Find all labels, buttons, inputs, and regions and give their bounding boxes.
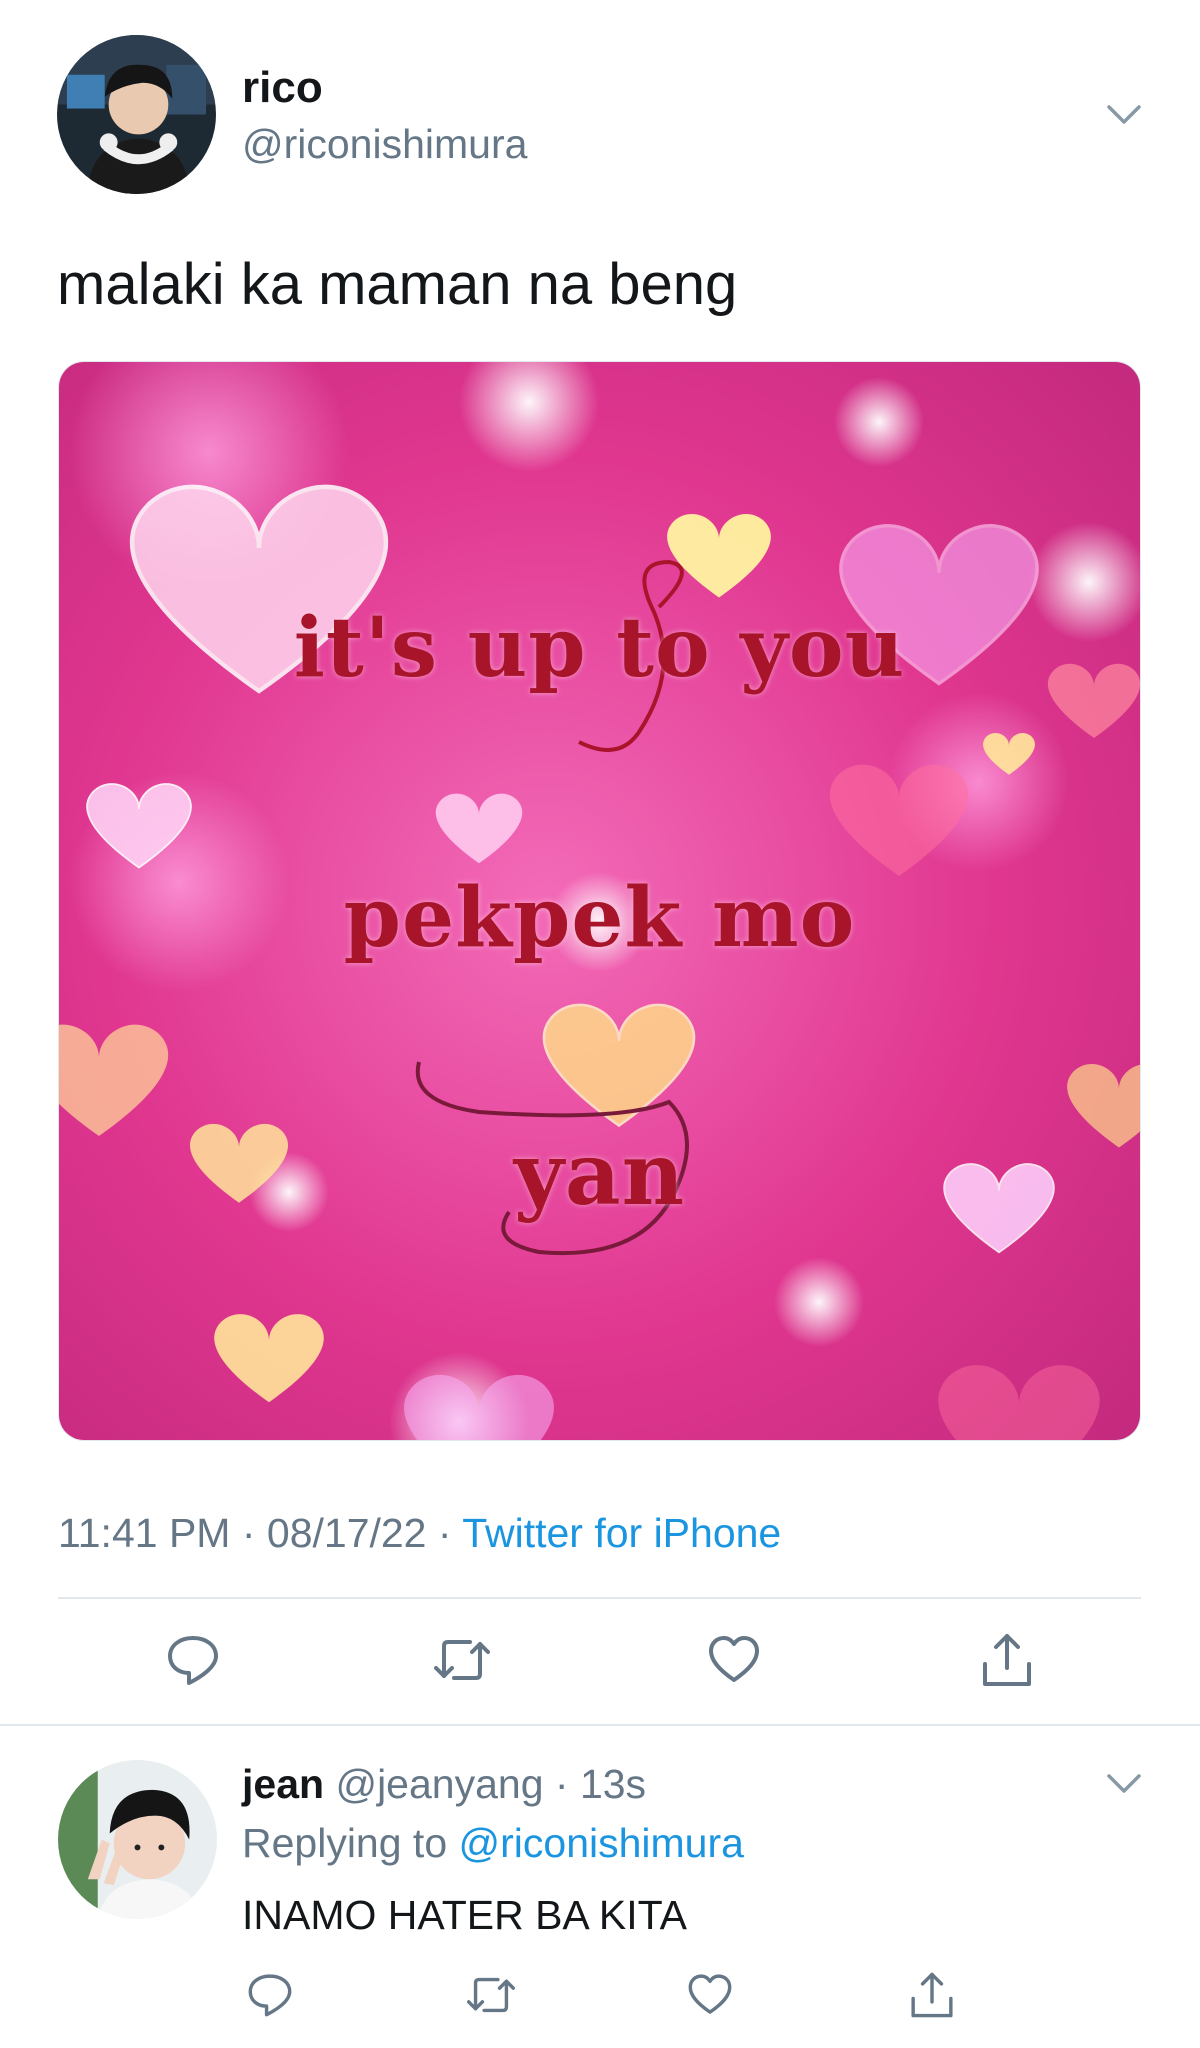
retweet-icon [465, 1971, 517, 2019]
reply-author-avatar[interactable] [58, 1760, 217, 1919]
reply-share-button[interactable] [902, 1965, 962, 2025]
reply-reply-button[interactable] [240, 1965, 300, 2025]
replying-prefix: Replying to [242, 1820, 459, 1866]
tweet-meta: 11:41 PM · 08/17/22 · Twitter for iPhone [58, 1505, 781, 1561]
share-button[interactable] [977, 1630, 1037, 1690]
reply-like-button[interactable] [680, 1965, 740, 2025]
meme-line-2: pekpek mo [343, 870, 856, 966]
divider [58, 1597, 1141, 1599]
retweet-button[interactable] [432, 1630, 492, 1690]
reply-button[interactable] [163, 1630, 223, 1690]
like-icon [686, 1971, 734, 2019]
reply-retweet-button[interactable] [461, 1965, 521, 2025]
reply-icon [165, 1632, 221, 1688]
chevron-down-icon[interactable] [1106, 103, 1142, 127]
author-name[interactable]: rico [242, 60, 323, 116]
tweet-time: 11:41 PM [58, 1510, 231, 1556]
reply-header: jean @jeanyang · 13s [242, 1756, 646, 1812]
chevron-down-icon[interactable] [1106, 1772, 1142, 1796]
like-icon [706, 1632, 762, 1688]
tweet-image[interactable]: it's up to you pekpek mo yan [58, 361, 1141, 1441]
meta-separator: · [426, 1510, 463, 1556]
replying-to: Replying to @riconishimura [242, 1815, 744, 1871]
reply-timestamp[interactable]: 13s [580, 1761, 646, 1807]
tweet-date: 08/17/22 [266, 1510, 427, 1556]
replying-to-link[interactable]: @riconishimura [459, 1820, 744, 1866]
meta-separator: · [230, 1510, 267, 1556]
retweet-icon [432, 1632, 492, 1688]
tweet-text: malaki ka maman na beng [57, 252, 738, 317]
meme-line-3: yan [513, 1124, 686, 1225]
reply-dot: · [543, 1761, 580, 1807]
share-icon [908, 1969, 956, 2021]
reply-author-handle[interactable]: @jeanyang [335, 1761, 543, 1807]
author-avatar[interactable] [57, 35, 216, 194]
tweet-source-link[interactable]: Twitter for iPhone [462, 1510, 781, 1556]
reply-author-name[interactable]: jean [242, 1761, 324, 1807]
meme-line-1: it's up to you [293, 600, 906, 696]
author-handle[interactable]: @riconishimura [242, 118, 527, 170]
reply-text: INAMO HATER BA KITA [242, 1892, 687, 1938]
share-icon [979, 1630, 1035, 1690]
reply-icon [246, 1971, 294, 2019]
like-button[interactable] [704, 1630, 764, 1690]
section-divider [0, 1724, 1200, 1726]
